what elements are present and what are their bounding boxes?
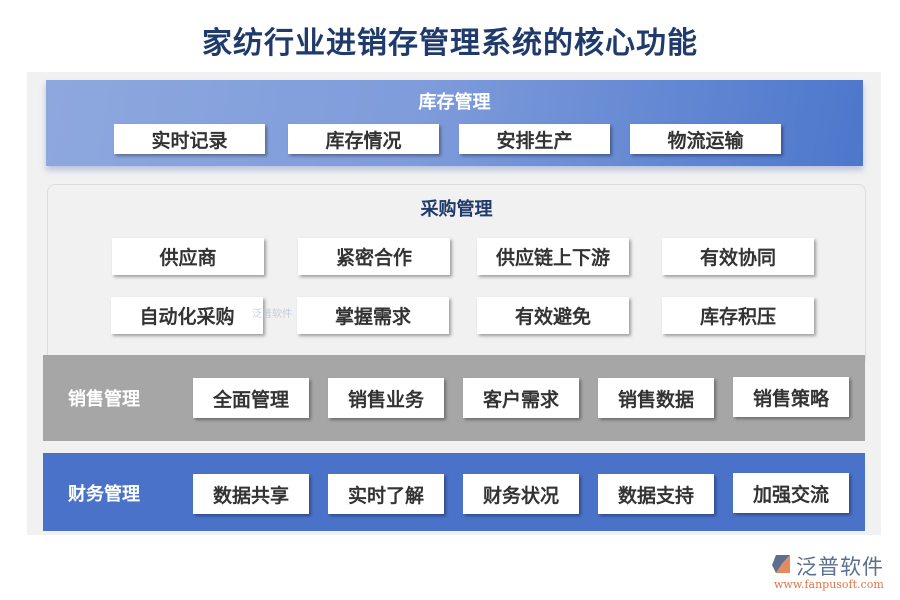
inventory-item-production-plan: 安排生产	[459, 124, 610, 154]
sales-item-full-management: 全面管理	[193, 378, 309, 418]
purchase-item-close-cooperation: 紧密合作	[298, 238, 450, 275]
sales-item-customer-demand: 客户需求	[463, 378, 579, 418]
watermark: 泛普软件	[252, 309, 292, 320]
purchase-item-overstock: 库存积压	[662, 297, 814, 334]
logo-url: www.fanpusoft.com	[774, 578, 884, 591]
section-purchase-title: 采购管理	[420, 199, 493, 220]
purchase-item-auto-purchase: 自动化采购	[111, 297, 263, 334]
purchase-item-grasp-demand: 掌握需求	[297, 297, 449, 334]
logo-brand-text: 泛普软件	[796, 555, 884, 579]
brand-logo: 泛普软件 www.fanpusoft.com	[770, 551, 890, 595]
purchase-item-collaboration: 有效协同	[662, 238, 814, 275]
section-finance-title: 财务管理	[68, 484, 140, 505]
purchase-item-avoid: 有效避免	[477, 297, 629, 334]
inventory-item-realtime-record: 实时记录	[114, 124, 265, 154]
fanpu-logo-icon	[772, 555, 790, 573]
section-sales-title: 销售管理	[68, 389, 140, 410]
finance-item-status: 财务状况	[463, 474, 579, 514]
sales-item-data: 销售数据	[598, 378, 714, 418]
section-purchase: 采购管理	[47, 184, 866, 366]
finance-item-realtime: 实时了解	[328, 474, 444, 514]
finance-item-data-sharing: 数据共享	[193, 474, 309, 514]
inventory-item-logistics: 物流运输	[630, 124, 781, 154]
finance-item-data-support: 数据支持	[598, 474, 714, 514]
purchase-item-supply-chain: 供应链上下游	[477, 238, 629, 275]
sales-item-strategy: 销售策略	[733, 377, 849, 417]
finance-item-communication: 加强交流	[733, 473, 849, 513]
section-inventory-title: 库存管理	[418, 92, 491, 113]
inventory-item-stock-status: 库存情况	[288, 124, 439, 154]
page-title: 家纺行业进销存管理系统的核心功能	[202, 26, 698, 61]
purchase-item-supplier: 供应商	[112, 238, 264, 275]
sales-item-business: 销售业务	[328, 378, 444, 418]
